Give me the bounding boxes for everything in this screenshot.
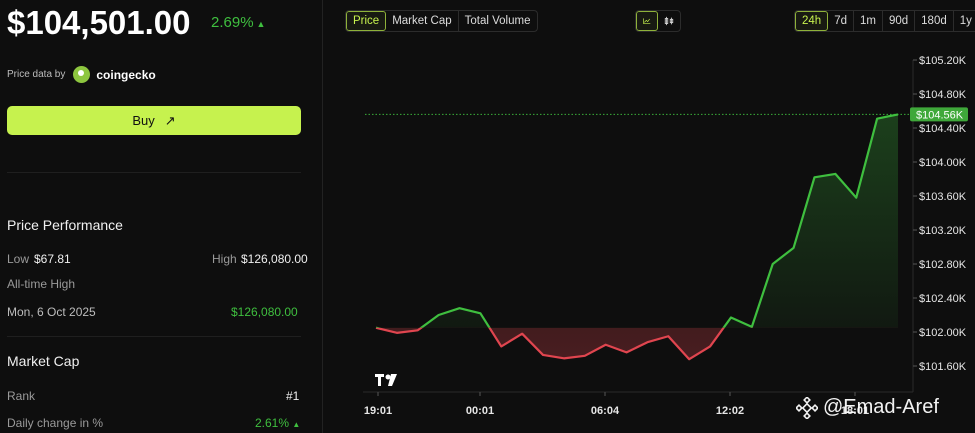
- buy-label: Buy: [132, 113, 155, 128]
- price-data-label: Price data by: [7, 69, 66, 80]
- price-performance-title: Price Performance: [7, 217, 123, 233]
- x-tick-label: 06:04: [591, 405, 620, 417]
- price-change: 2.69% ▲: [211, 14, 265, 31]
- external-arrow-icon: ↗: [164, 112, 176, 128]
- high-value: $126,080.00: [241, 252, 308, 266]
- current-price: $104,501.00: [7, 4, 191, 41]
- watermark-text: @Emad-Aref: [823, 396, 939, 418]
- chart-area: Price Market Cap Total Volume 24h 7d 1m …: [323, 0, 975, 433]
- low-label: Low: [7, 252, 30, 266]
- y-tick-label: $101.60K: [919, 361, 967, 373]
- ath-date: Mon, 6 Oct 2025: [7, 305, 96, 319]
- daily-change-value: 2.61% ▲: [255, 416, 300, 430]
- current-price-label: $104.56K: [916, 109, 964, 121]
- y-tick-label: $105.20K: [919, 55, 967, 67]
- watermark: @Emad-Aref: [796, 396, 939, 419]
- low-value: $67.81: [34, 252, 71, 266]
- market-cap-title: Market Cap: [7, 353, 80, 369]
- daily-change-number: 2.61%: [255, 416, 290, 430]
- y-tick-label: $103.20K: [919, 225, 967, 237]
- ath-label: All-time High: [7, 277, 76, 291]
- y-tick-label: $104.80K: [919, 89, 967, 101]
- price-chart[interactable]: $101.60K $102.00K $102.40K $102.80K $103.20K…: [323, 0, 975, 433]
- divider: [7, 336, 301, 337]
- price-data-attribution: Price data by coingecko: [7, 66, 156, 83]
- gain-area: [376, 114, 898, 328]
- y-tick-label: $102.80K: [919, 259, 967, 271]
- y-tick-label: $102.40K: [919, 293, 967, 305]
- high-label: High: [212, 252, 237, 266]
- divider: [7, 172, 301, 173]
- binance-logo-icon: [796, 396, 818, 419]
- y-tick-label: $102.00K: [919, 327, 967, 339]
- x-tick-label: 12:02: [716, 405, 744, 417]
- x-tick-label: 19:01: [364, 405, 392, 417]
- y-axis: $101.60K $102.00K $102.40K $102.80K $103.20K…: [912, 55, 967, 392]
- up-arrow-icon: ▲: [256, 19, 266, 29]
- y-tick-label: $104.40K: [919, 123, 967, 135]
- tradingview-logo-icon: [375, 374, 397, 386]
- x-tick-label: 00:01: [466, 405, 494, 417]
- ath-value: $126,080.00: [231, 305, 298, 319]
- y-tick-label: $103.60K: [919, 191, 967, 203]
- price-change-value: 2.69%: [211, 14, 254, 31]
- coingecko-logo-icon: [73, 66, 91, 83]
- rank-value: #1: [286, 389, 300, 403]
- daily-change-label: Daily change in %: [7, 416, 104, 430]
- left-panel: $104,501.00 2.69% ▲ Price data by coingec…: [0, 0, 322, 433]
- up-arrow-icon: ▲: [292, 420, 301, 429]
- rank-label: Rank: [7, 389, 36, 403]
- provider-name[interactable]: coingecko: [96, 68, 155, 82]
- y-tick-label: $104.00K: [919, 157, 967, 169]
- buy-button[interactable]: Buy ↗: [7, 106, 301, 135]
